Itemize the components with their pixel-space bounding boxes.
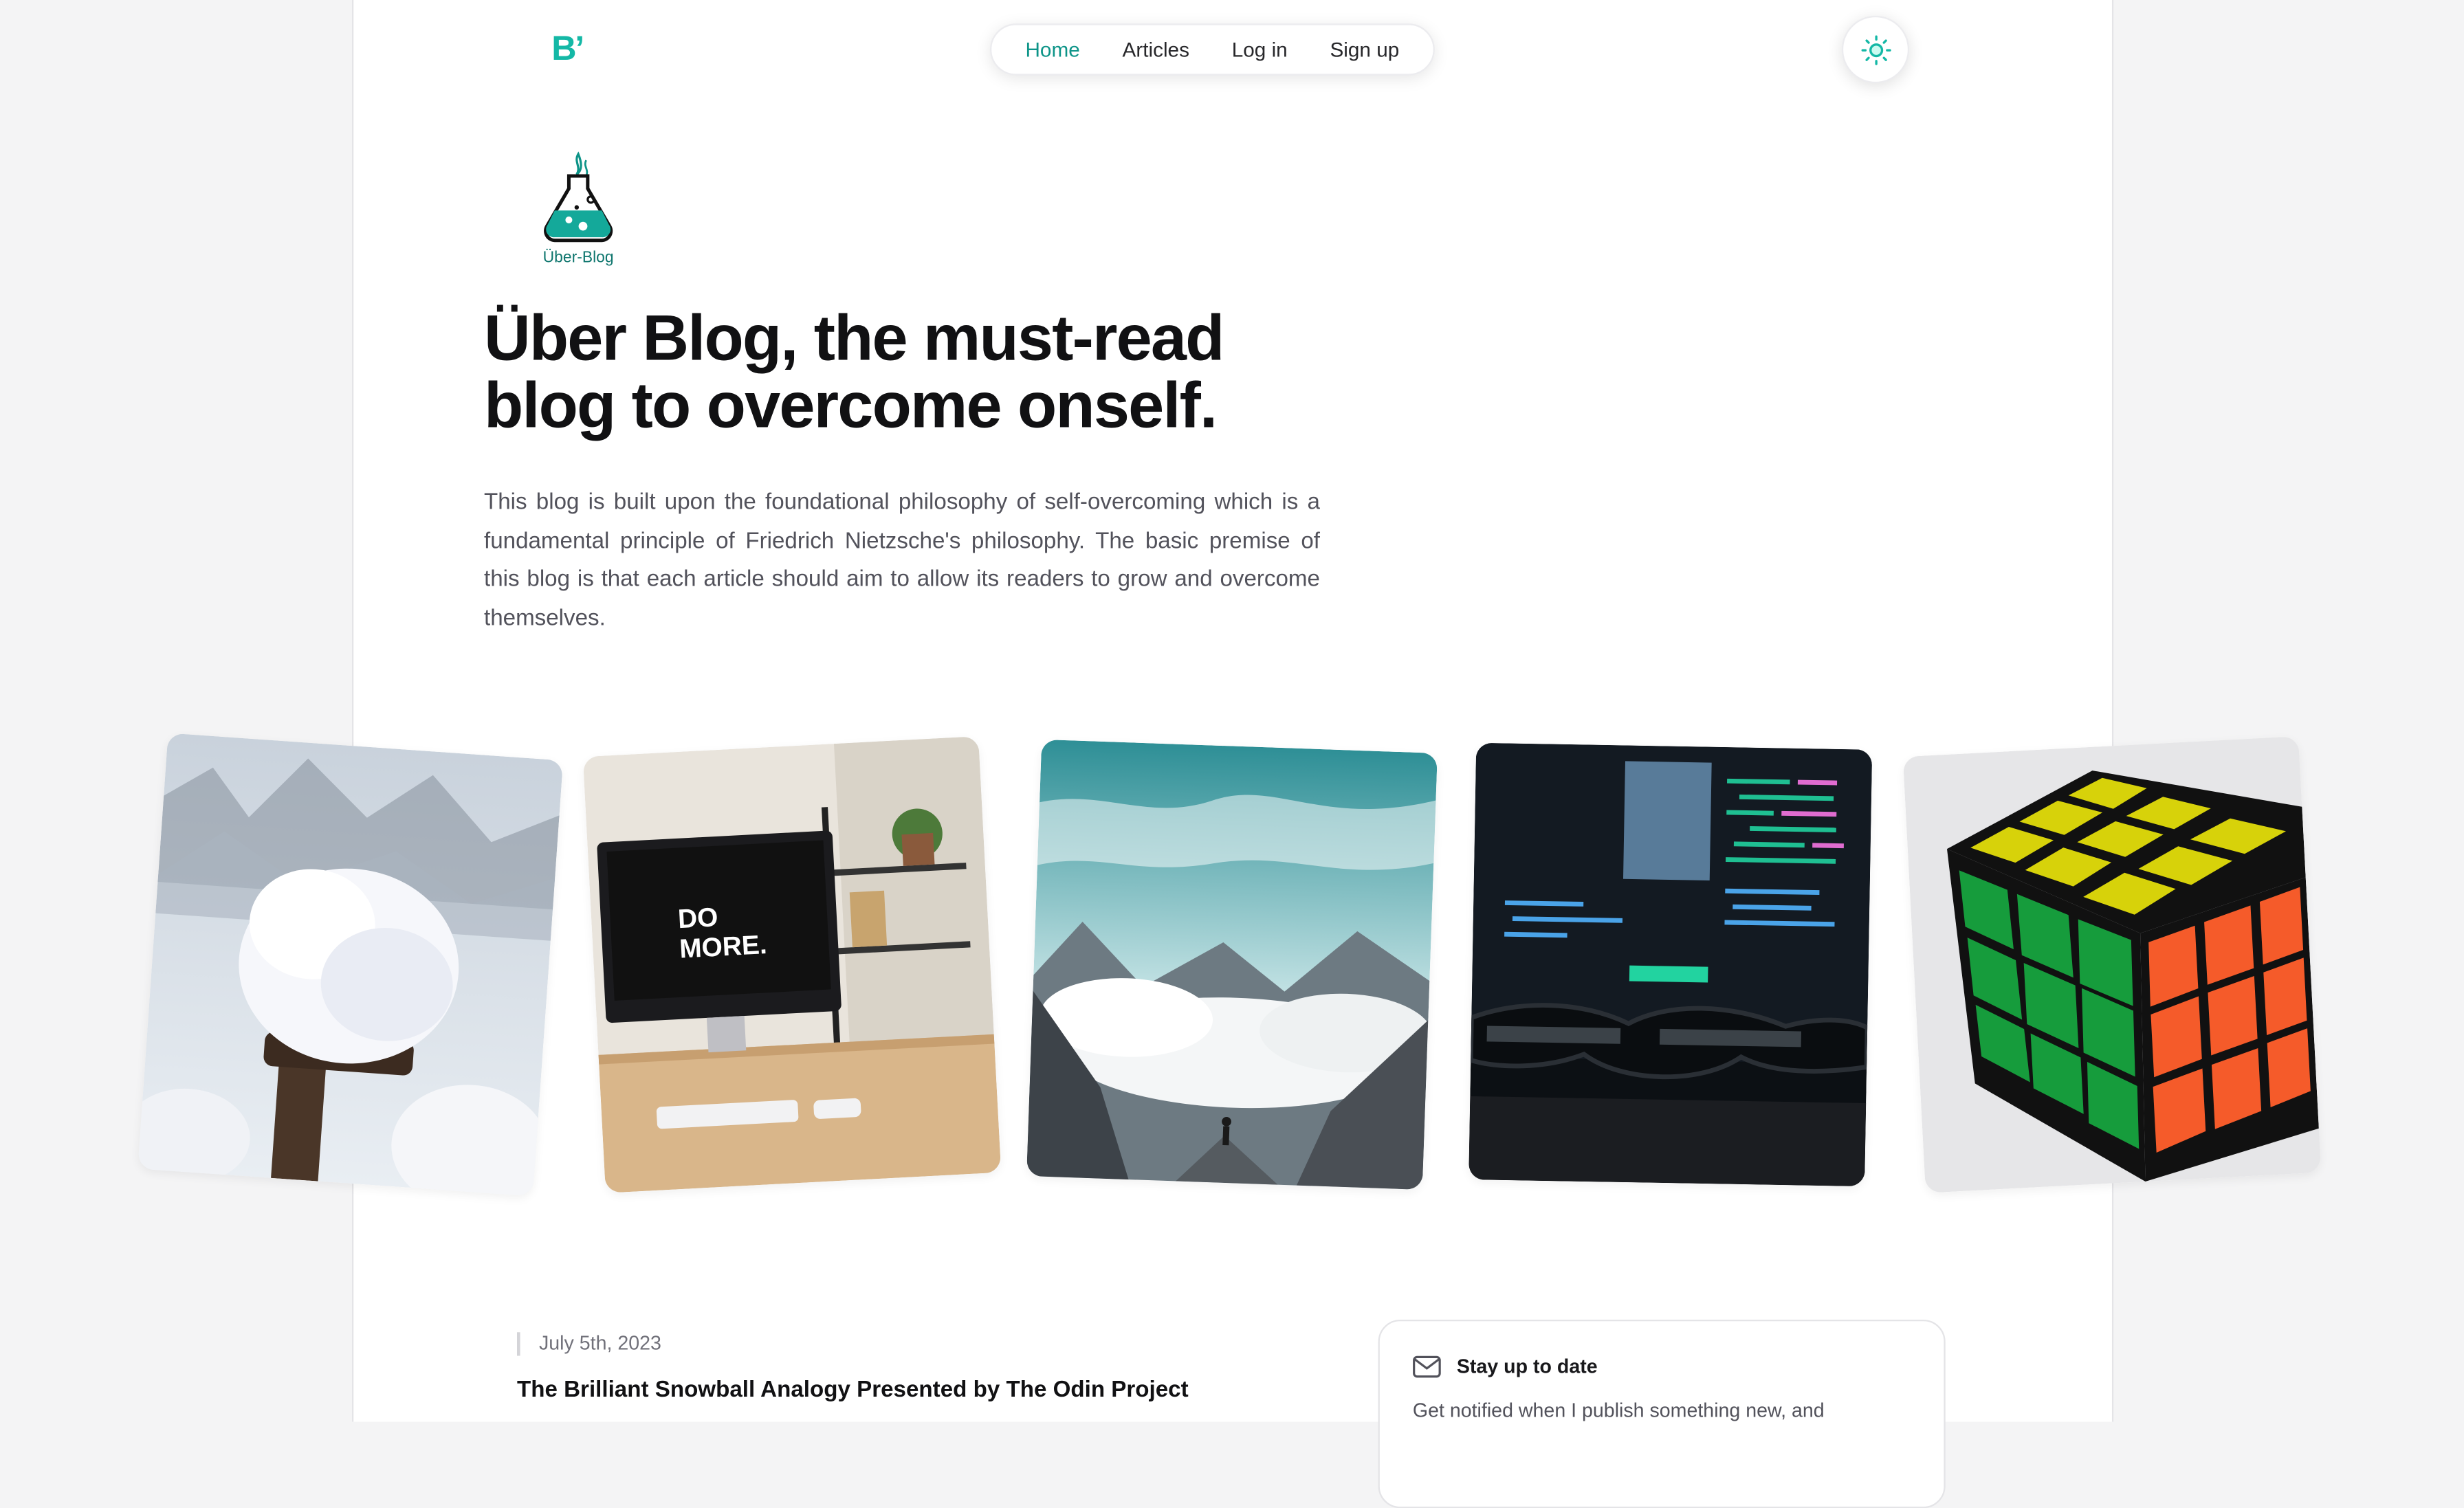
desk-photo: DO MORE. [582, 736, 1002, 1193]
site-logo[interactable]: B’ [551, 28, 584, 69]
sun-icon [1860, 34, 1891, 65]
newsletter-card: Stay up to date Get notified when I publ… [1378, 1319, 1946, 1508]
mountain-photo [1026, 739, 1438, 1190]
nav-articles[interactable]: Articles [1123, 38, 1189, 61]
desk-photo-text: DO [677, 902, 718, 934]
article-date: July 5th, 2023 [516, 1332, 661, 1356]
page: B’ Home Articles Log in Sign up Über-Blo… [0, 0, 2464, 1508]
newsletter-title: Stay up to date [1456, 1355, 1598, 1378]
nav-sign-up[interactable]: Sign up [1330, 38, 1399, 61]
svg-text:MORE.: MORE. [679, 930, 767, 964]
code-photo [1468, 742, 1873, 1187]
flask-icon [544, 151, 613, 243]
rubiks-cube-photo [1902, 736, 2322, 1193]
main-nav: Home Articles Log in Sign up [989, 23, 1435, 76]
nav-log-in[interactable]: Log in [1232, 38, 1288, 61]
brand-label: Über-Blog [542, 250, 614, 267]
theme-toggle-button[interactable] [1841, 15, 1910, 84]
mail-icon [1413, 1355, 1441, 1378]
newsletter-text: Get notified when I publish something ne… [1412, 1399, 1825, 1422]
brand-logo: Über-Blog [534, 151, 622, 273]
nav-home[interactable]: Home [1025, 38, 1079, 61]
article-title[interactable]: The Brilliant Snowball Analogy Presented… [517, 1378, 1189, 1404]
snow-photo [138, 733, 564, 1197]
page-title: Über Blog, the must-read blog to overcom… [483, 301, 1224, 442]
newsletter-header: Stay up to date [1413, 1356, 1598, 1378]
intro-text: This blog is built upon the foundational… [483, 490, 1320, 631]
